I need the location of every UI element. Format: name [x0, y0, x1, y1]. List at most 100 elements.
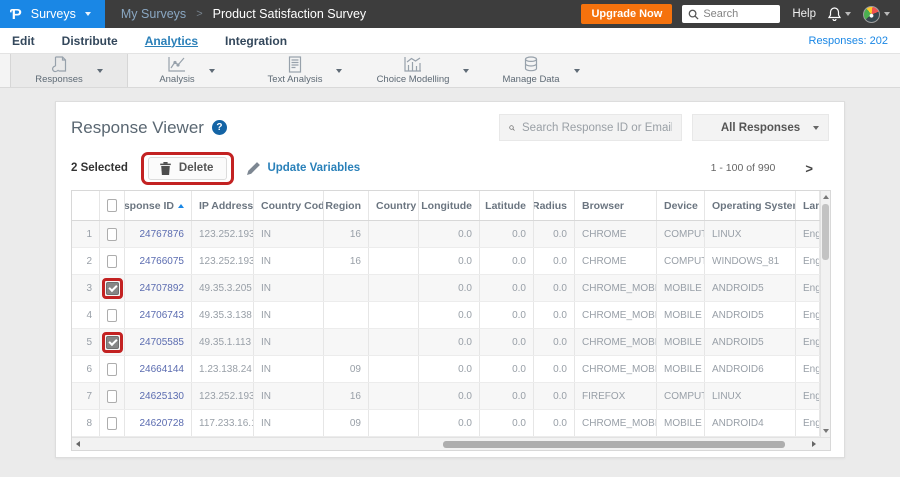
cell-region — [324, 275, 369, 301]
scroll-down-icon[interactable] — [822, 429, 829, 433]
col-header-latitude[interactable]: Latitude — [480, 191, 534, 220]
vscroll-thumb[interactable] — [822, 204, 829, 260]
col-header-row-number — [72, 191, 100, 220]
response-search-input[interactable] — [522, 121, 672, 134]
col-header-country-code[interactable]: Country Code — [254, 191, 324, 220]
cell-longitude: 0.0 — [419, 383, 480, 409]
cell-operating-system: ANDROID4 — [705, 410, 796, 436]
response-id-link[interactable]: 24767876 — [140, 229, 185, 240]
toolbar-responses[interactable]: Responses — [10, 54, 128, 87]
tab-analytics[interactable]: Analytics — [145, 34, 198, 48]
cell-country — [369, 248, 419, 274]
cell-ip-address: 123.252.193.148 — [192, 383, 254, 409]
scroll-right-icon[interactable] — [812, 441, 816, 447]
responses-filter-dropdown[interactable]: All Responses — [692, 114, 829, 141]
response-id-link[interactable]: 24766075 — [140, 256, 185, 267]
scroll-up-icon[interactable] — [822, 195, 829, 199]
response-id-link[interactable]: 24706743 — [140, 310, 185, 321]
help-icon[interactable]: ? — [211, 120, 227, 135]
response-id-link[interactable]: 24664144 — [140, 364, 185, 375]
select-all-checkbox[interactable] — [107, 199, 117, 212]
col-header-language[interactable]: Language — [796, 191, 820, 220]
col-header-device[interactable]: Device — [657, 191, 705, 220]
col-header-country[interactable]: Country — [369, 191, 419, 220]
cell-row-number: 4 — [72, 302, 100, 328]
breadcrumb-my-surveys[interactable]: My Surveys — [121, 7, 186, 21]
global-search-input[interactable] — [703, 8, 774, 20]
update-variables-button[interactable]: Update Variables — [247, 161, 360, 175]
row-checkbox[interactable] — [107, 416, 117, 430]
row-checkbox[interactable] — [107, 227, 117, 241]
cell-region: 09 — [324, 410, 369, 436]
tab-edit[interactable]: Edit — [12, 34, 35, 48]
response-id-link[interactable]: 24705585 — [140, 337, 185, 348]
next-page-button[interactable]: > — [805, 161, 813, 176]
cell-longitude: 0.0 — [419, 275, 480, 301]
delete-button[interactable]: Delete — [147, 156, 228, 180]
response-viewer-card: Response Viewer ? All Responses 2 Select… — [55, 101, 845, 458]
row-checkbox[interactable] — [105, 281, 119, 295]
row-checkbox[interactable] — [107, 308, 117, 322]
chevron-down-icon[interactable] — [96, 68, 103, 73]
response-id-link[interactable]: 24620728 — [140, 418, 185, 429]
toolbar-text-analysis[interactable]: Text Analysis — [246, 54, 364, 87]
cell-country — [369, 275, 419, 301]
tab-distribute[interactable]: Distribute — [62, 34, 118, 48]
response-id-link[interactable]: 24707892 — [140, 283, 185, 294]
chevron-down-icon[interactable] — [208, 68, 215, 73]
row-checkbox[interactable] — [107, 362, 117, 376]
cell-country-code: IN — [254, 356, 324, 382]
col-header-operating-system[interactable]: Operating System — [705, 191, 796, 220]
chevron-down-icon[interactable] — [336, 68, 343, 73]
response-id-link[interactable]: 24625130 — [140, 391, 185, 402]
tab-integration[interactable]: Integration — [225, 34, 287, 48]
chevron-down-icon — [845, 12, 851, 16]
col-header-ip-address[interactable]: IP Address — [192, 191, 254, 220]
col-header-response-id[interactable]: Response ID — [125, 191, 192, 220]
col-header-radius[interactable]: Radius — [534, 191, 575, 220]
account-menu[interactable] — [863, 5, 890, 23]
cell-longitude: 0.0 — [419, 302, 480, 328]
col-header-region[interactable]: Region — [324, 191, 369, 220]
global-search[interactable] — [682, 5, 781, 23]
cell-country — [369, 221, 419, 247]
hscroll-thumb[interactable] — [443, 441, 785, 448]
cell-country — [369, 329, 419, 355]
pagination: 1 - 100 of 990 > — [711, 161, 829, 176]
search-icon — [688, 9, 699, 20]
cell-checkbox — [100, 356, 125, 382]
cell-operating-system: ANDROID5 — [705, 329, 796, 355]
responses-count[interactable]: Responses: 202 — [809, 35, 889, 47]
cell-country-code: IN — [254, 221, 324, 247]
scroll-left-icon[interactable] — [76, 441, 80, 447]
upgrade-now-button[interactable]: Upgrade Now — [581, 4, 673, 24]
help-link[interactable]: Help — [792, 8, 816, 20]
row-checkbox[interactable] — [107, 254, 117, 268]
row-checkbox[interactable] — [105, 335, 119, 349]
table-header: Response IDIP AddressCountry CodeRegionC… — [72, 191, 820, 221]
cell-response-id: 24664144 — [125, 356, 192, 382]
col-header-longitude[interactable]: Longitude — [419, 191, 480, 220]
cell-country — [369, 383, 419, 409]
row-checkbox[interactable] — [107, 389, 117, 403]
avatar — [863, 5, 880, 23]
vertical-scrollbar[interactable] — [820, 191, 830, 437]
toolbar-manage-data[interactable]: Manage Data — [482, 54, 600, 87]
product-switcher[interactable]: Ƥ Surveys — [0, 0, 105, 28]
cell-response-id: 24767876 — [125, 221, 192, 247]
col-header-browser[interactable]: Browser — [575, 191, 657, 220]
cell-longitude: 0.0 — [419, 356, 480, 382]
annotation-highlight-checkbox — [101, 277, 123, 299]
horizontal-scrollbar[interactable] — [72, 437, 830, 450]
cell-longitude: 0.0 — [419, 329, 480, 355]
response-search[interactable] — [499, 114, 682, 141]
cell-checkbox — [100, 221, 125, 247]
chevron-down-icon[interactable] — [463, 68, 470, 73]
chevron-down-icon[interactable] — [573, 68, 580, 73]
toolbar-choice-modelling[interactable]: Choice Modelling — [364, 54, 482, 87]
col-header-checkbox[interactable] — [100, 191, 125, 220]
toolbar-analysis[interactable]: Analysis — [128, 54, 246, 87]
notifications-button[interactable] — [828, 7, 851, 21]
cell-device: COMPUTER — [657, 383, 705, 409]
cell-language: English — [796, 356, 820, 382]
